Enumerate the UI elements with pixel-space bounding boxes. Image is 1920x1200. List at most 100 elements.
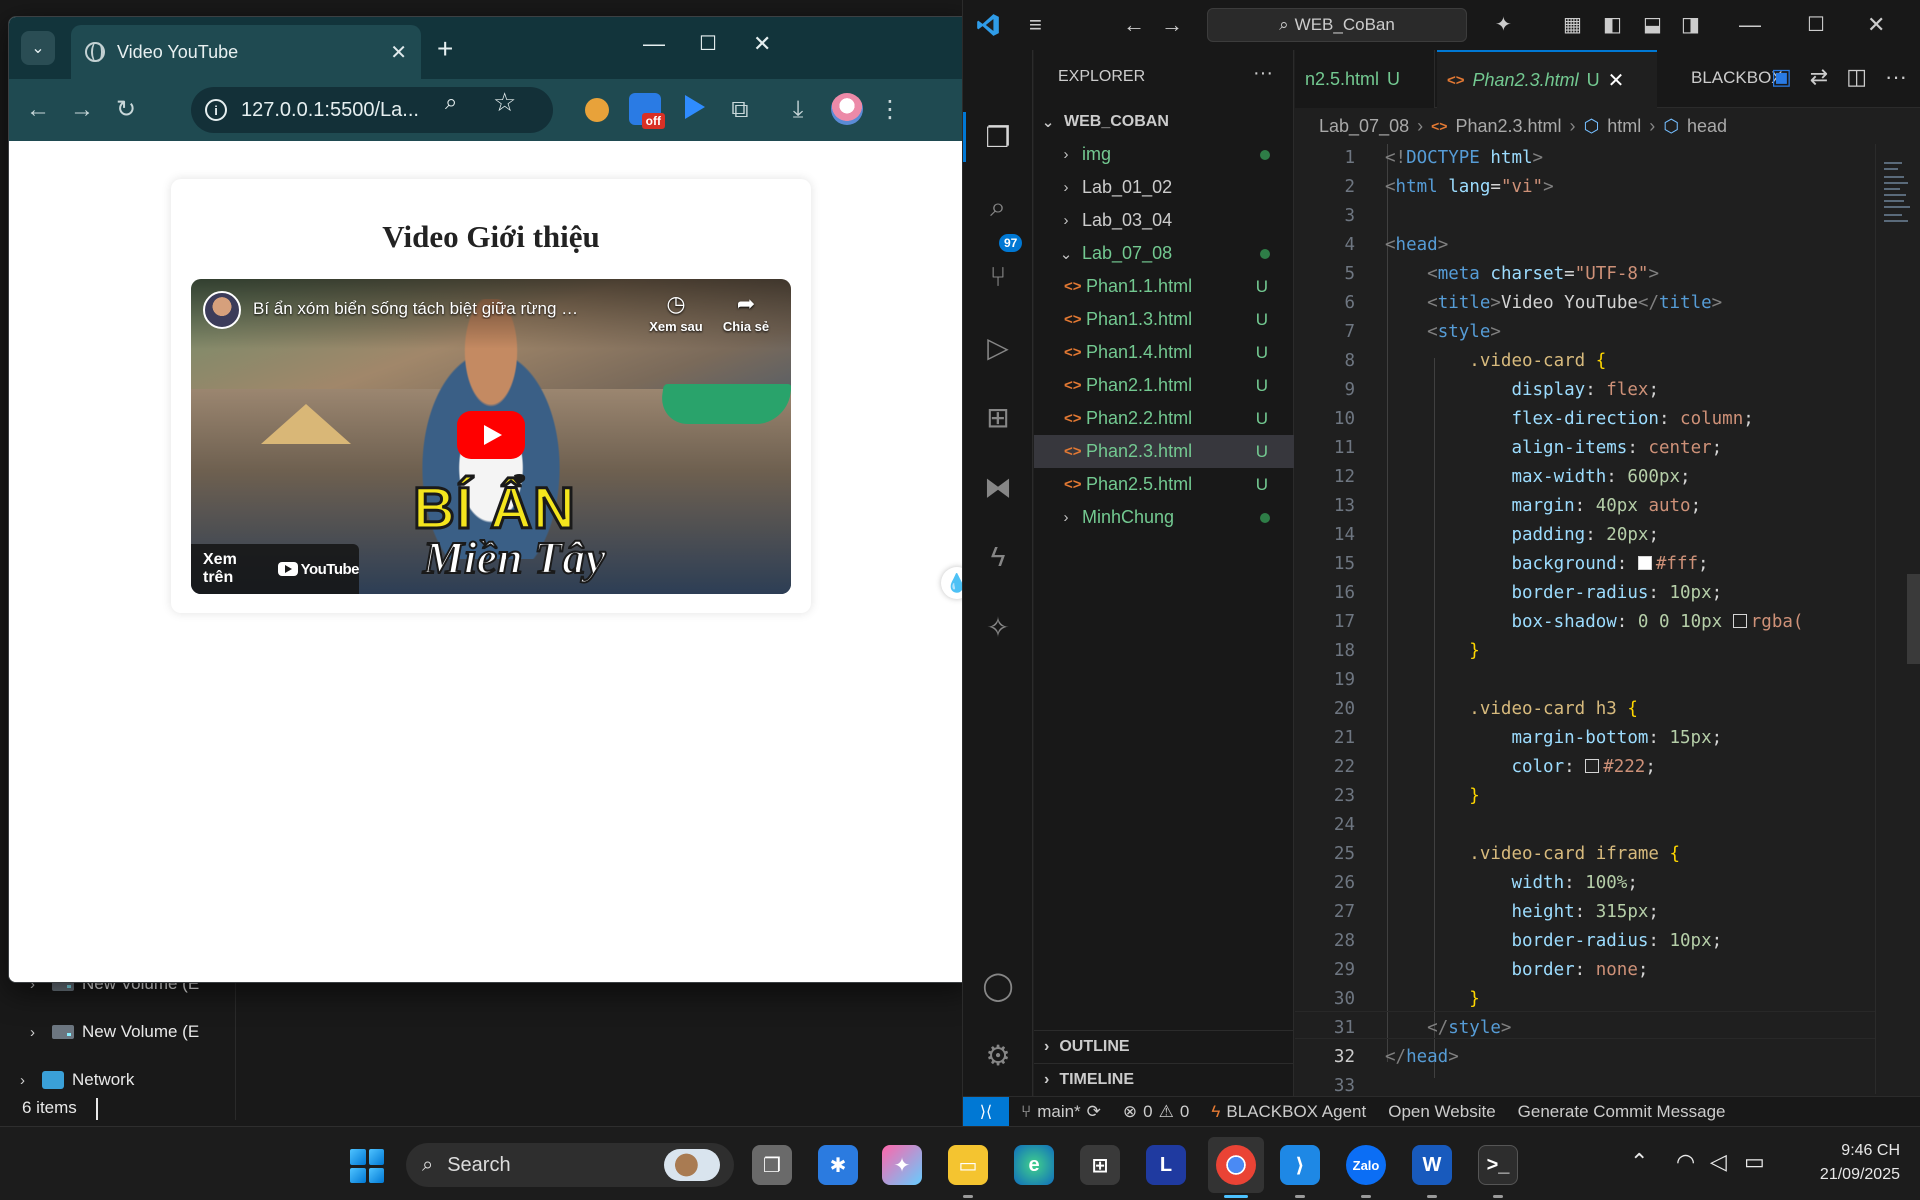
run-debug-icon[interactable]: ▷ <box>981 330 1015 364</box>
maximize-button[interactable]: ☐ <box>699 31 717 56</box>
workspace-root[interactable]: ⌄ WEB_COBAN <box>1034 105 1294 138</box>
reload-icon[interactable]: ↻ <box>111 95 141 125</box>
l-app-icon[interactable]: L <box>1146 1145 1186 1185</box>
code-editor[interactable]: 1 <!DOCTYPE html> 2 <html lang="vi"> 3 4 <h… <box>1295 144 1875 1094</box>
generate-commit-item[interactable]: Generate Commit Message <box>1518 1102 1726 1122</box>
chrome-app-icon[interactable] <box>1216 1145 1256 1185</box>
nav-back-icon[interactable]: ← <box>1123 12 1145 38</box>
watch-on-youtube-button[interactable]: Xem trên YouTube <box>191 544 360 594</box>
watch-later-button[interactable]: ◷ Xem sau <box>641 291 711 334</box>
cookie-extension-icon[interactable] <box>585 98 609 122</box>
channel-avatar[interactable] <box>203 291 241 329</box>
close-window-button[interactable]: ✕ <box>753 31 771 57</box>
taskbar-search[interactable]: ⌕ Search <box>406 1143 734 1187</box>
minimap[interactable] <box>1875 144 1920 1094</box>
outline-section[interactable]: › OUTLINE <box>1034 1030 1294 1063</box>
close-tab-icon[interactable]: ✕ <box>1608 68 1625 93</box>
minimize-button[interactable]: — <box>1739 12 1761 38</box>
system-clock[interactable]: 9:46 CH 21/09/2025 <box>1790 1139 1900 1187</box>
vscode-app-icon[interactable]: ⟩ <box>1280 1145 1320 1185</box>
address-text[interactable]: 127.0.0.1:5500/La... <box>241 99 419 122</box>
back-icon[interactable]: ← <box>23 95 53 125</box>
nav-forward-icon[interactable]: → <box>1161 12 1183 38</box>
color-swatch[interactable] <box>1637 556 1652 570</box>
terminal-app-icon[interactable]: >_ <box>1478 1145 1518 1185</box>
maximize-button[interactable]: ☐ <box>1807 12 1825 37</box>
copilot-icon[interactable]: ✦ <box>1495 12 1512 37</box>
chevron-right-icon[interactable]: › <box>20 1072 34 1089</box>
hamburger-menu-icon[interactable]: ≡ <box>1029 12 1042 38</box>
task-view-icon[interactable]: ❐ <box>752 1145 792 1185</box>
tree-file-phan1-3[interactable]: <> Phan1.3.html U <box>1034 303 1294 336</box>
split-editor-icon[interactable]: ◫ <box>1846 64 1867 90</box>
ai-chat-icon[interactable]: ✧ <box>981 610 1015 644</box>
youtube-embed[interactable]: Bí ẩn xóm biển sống tách biệt giữa rừng … <box>191 279 791 594</box>
tree-file-phan1-1[interactable]: <> Phan1.1.html U <box>1034 270 1294 303</box>
start-button[interactable] <box>350 1149 384 1183</box>
browser-tab[interactable]: Video YouTube ✕ <box>71 25 421 79</box>
chevron-right-icon[interactable]: › <box>30 1024 44 1041</box>
layout-icon[interactable]: ▦ <box>1563 12 1582 37</box>
tree-file-phan2-1[interactable]: <> Phan2.1.html U <box>1034 369 1294 402</box>
more-actions-icon[interactable]: ··· <box>1253 62 1273 85</box>
breadcrumb-item[interactable]: Phan2.3.html <box>1455 116 1561 137</box>
share-button[interactable]: ➦ Chia sẻ <box>711 291 781 334</box>
branch-indicator[interactable]: ⑂ main* ⟳ <box>1021 1102 1101 1122</box>
toggle-sidebar-icon[interactable]: ◧ <box>1603 12 1622 37</box>
profile-avatar[interactable] <box>831 93 863 125</box>
timeline-section[interactable]: › TIMELINE <box>1034 1063 1294 1096</box>
video-title[interactable]: Bí ẩn xóm biển sống tách biệt giữa rừng … <box>253 299 583 319</box>
bookmark-star-icon[interactable]: ☆ <box>493 87 516 118</box>
download-icon[interactable]: ⤓ <box>783 95 813 125</box>
more-actions-icon[interactable]: ··· <box>1885 64 1907 90</box>
tree-folder-minhchung[interactable]: › MinhChung <box>1034 501 1294 534</box>
tree-folder-img[interactable]: › img <box>1034 138 1294 171</box>
python-icon[interactable]: ⧓ <box>981 470 1015 504</box>
tree-file-phan2-2[interactable]: <> Phan2.2.html U <box>1034 402 1294 435</box>
tree-file-phan1-4[interactable]: <> Phan1.4.html U <box>1034 336 1294 369</box>
forward-icon[interactable]: → <box>67 95 97 125</box>
tree-folder-lab-01-02[interactable]: › Lab_01_02 <box>1034 171 1294 204</box>
settings-gear-icon[interactable]: ⚙ <box>981 1038 1015 1072</box>
search-icon[interactable]: ⌕ <box>981 190 1015 224</box>
wifi-icon[interactable]: ◠ <box>1676 1149 1695 1175</box>
zalo-app-icon[interactable]: Zalo <box>1346 1145 1386 1185</box>
extensions-icon[interactable]: ⊞ <box>981 400 1015 434</box>
remote-indicator-icon[interactable]: ⟩⟨ <box>963 1096 1009 1127</box>
ai-preview-app-icon[interactable]: ✱ <box>818 1145 858 1185</box>
tree-folder-lab-03-04[interactable]: › Lab_03_04 <box>1034 204 1294 237</box>
kebab-menu-icon[interactable]: ⋮ <box>875 95 905 125</box>
breadcrumb-item[interactable]: head <box>1687 116 1727 137</box>
tab-phan2-3[interactable]: <> Phan2.3.html U ✕ <box>1437 50 1657 108</box>
cursor-extension-icon[interactable] <box>685 95 705 119</box>
toggle-panel-icon[interactable]: ⬓ <box>1643 12 1662 37</box>
blackbox-label[interactable]: BLACKBOX <box>1691 68 1783 88</box>
scrollbar-thumb[interactable] <box>1907 574 1920 664</box>
nav-item-network[interactable]: › Network <box>20 1070 134 1090</box>
blackbox-agent-item[interactable]: ϟ BLACKBOX Agent <box>1211 1102 1366 1122</box>
open-website-item[interactable]: Open Website <box>1388 1102 1495 1122</box>
tab-search-button[interactable]: ⌄ <box>21 31 55 65</box>
toggle-secondary-sidebar-icon[interactable]: ◨ <box>1681 12 1700 37</box>
tree-file-phan2-3[interactable]: <> Phan2.3.html U <box>1034 435 1294 468</box>
close-window-button[interactable]: ✕ <box>1867 12 1885 38</box>
volume-icon[interactable]: ◁ <box>1710 1149 1727 1175</box>
extension-off-icon[interactable]: off <box>629 93 665 129</box>
tree-file-phan2-5[interactable]: <> Phan2.5.html U <box>1034 468 1294 501</box>
extensions-puzzle-icon[interactable]: ⧉ <box>725 95 755 125</box>
tree-folder-lab-07-08[interactable]: ⌄ Lab_07_08 <box>1034 237 1294 270</box>
blackbox-icon[interactable]: ▣ <box>1771 64 1792 90</box>
store-app-icon[interactable]: ⊞ <box>1080 1145 1120 1185</box>
account-icon[interactable]: ◯ <box>981 968 1015 1002</box>
color-swatch[interactable] <box>1585 759 1600 773</box>
play-button[interactable] <box>457 411 525 459</box>
site-info-icon[interactable]: i <box>205 99 227 121</box>
chevron-up-icon[interactable]: ⌃ <box>1630 1149 1648 1175</box>
edge-app-icon[interactable]: e <box>1014 1145 1054 1185</box>
color-swatch[interactable] <box>1732 614 1747 628</box>
close-tab-icon[interactable]: ✕ <box>390 40 407 65</box>
explorer-icon[interactable]: ❐ <box>981 120 1015 154</box>
battery-icon[interactable]: ▭ <box>1744 1149 1765 1175</box>
nav-item-new-volume-2[interactable]: › New Volume (E <box>30 1022 199 1042</box>
breadcrumb-item[interactable]: html <box>1607 116 1641 137</box>
